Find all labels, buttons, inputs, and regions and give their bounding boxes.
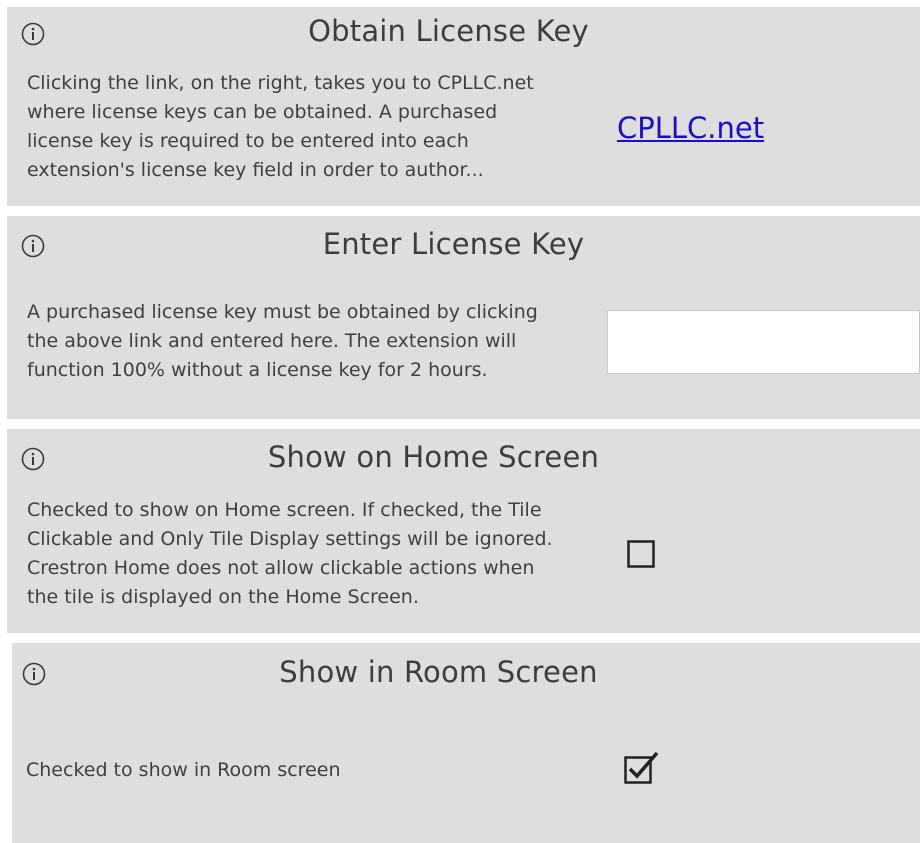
panel-title: Show on Home Screen (267, 440, 600, 474)
description-line: the above link and entered here. The ext… (27, 330, 517, 352)
description-line: license key is required to be entered in… (27, 130, 469, 152)
description-line: Checked to show in Room screen (26, 759, 341, 781)
panel-show-in-room-screen: Show in Room Screen Checked to show in R… (12, 643, 920, 843)
panel-title: Obtain License Key (308, 14, 589, 48)
panel-show-on-home-screen: Show on Home Screen Checked to show on H… (7, 429, 920, 633)
show-in-room-checkbox[interactable] (624, 751, 662, 785)
license-key-input[interactable] (607, 310, 920, 374)
cpllc-link[interactable]: CPLLC.net (617, 111, 764, 145)
panel-obtain-license-key: Obtain License Key Clicking the link, on… (7, 7, 920, 206)
description-line: where license keys can be obtained. A pu… (27, 101, 498, 123)
panel-description: A purchased license key must be obtained… (27, 298, 538, 385)
description-line: Clicking the link, on the right, takes y… (27, 72, 534, 94)
description-line: the tile is displayed on the Home Screen… (27, 586, 419, 608)
description-line: A purchased license key must be obtained… (27, 301, 538, 323)
panel-title: Show in Room Screen (279, 655, 598, 689)
description-line: Crestron Home does not allow clickable a… (27, 557, 535, 579)
description-line: Clickable and Only Tile Display settings… (27, 528, 553, 550)
panel-description: Clicking the link, on the right, takes y… (27, 69, 534, 185)
panel-title: Enter License Key (322, 227, 585, 261)
panel-enter-license-key: Enter License Key A purchased license ke… (7, 216, 920, 419)
show-on-home-checkbox[interactable] (627, 540, 655, 568)
description-line: function 100% without a license key for … (27, 359, 488, 381)
description-line: extension's license key field in order t… (27, 159, 484, 181)
panel-description: Checked to show on Home screen. If check… (27, 496, 553, 612)
description-line: Checked to show on Home screen. If check… (27, 499, 542, 521)
panel-description: Checked to show in Room screen (26, 756, 340, 785)
